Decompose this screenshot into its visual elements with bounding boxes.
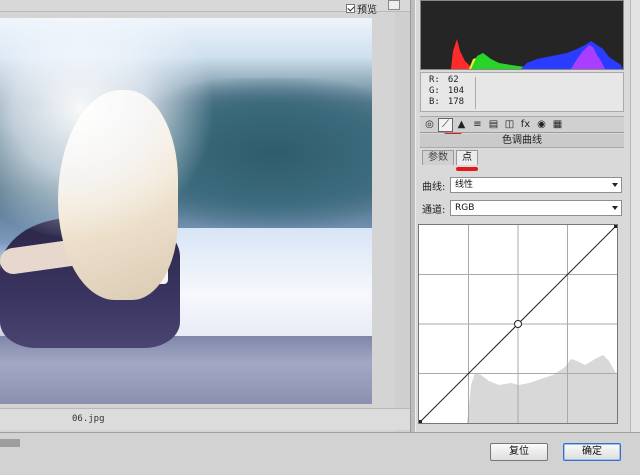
- chevron-down-icon: [612, 183, 618, 187]
- curve-select[interactable]: 线性: [450, 177, 622, 193]
- preview-topbar: 预览: [0, 0, 410, 16]
- basic-icon[interactable]: ◎: [422, 118, 437, 132]
- readout-row-r: R: 62: [429, 75, 615, 86]
- curve-field: 曲线: 线性: [422, 176, 622, 194]
- curve-control-point[interactable]: [514, 320, 522, 328]
- channel-select[interactable]: RGB: [450, 200, 622, 216]
- curve-endpoint-black[interactable]: [419, 420, 422, 423]
- tone-curve-icon[interactable]: ⟋: [438, 117, 453, 132]
- histogram-green-channel: [471, 53, 531, 69]
- readout-row-b: B: 178: [429, 97, 615, 108]
- readout-separator: [475, 77, 476, 109]
- split-toning-icon[interactable]: ▤: [486, 118, 501, 132]
- curve-endpoint-white[interactable]: [614, 225, 617, 228]
- lens-icon[interactable]: ◫: [502, 118, 517, 132]
- histogram-blue-channel: [521, 41, 623, 69]
- tab-parametric[interactable]: 参数: [422, 150, 454, 165]
- tab-point[interactable]: 点: [456, 150, 478, 165]
- rgb-readout: R: 62 G: 104 B: 178: [420, 72, 624, 112]
- curve-label: 曲线:: [422, 181, 446, 193]
- histogram-graph: [451, 39, 623, 69]
- curve-select-value: 线性: [455, 180, 474, 190]
- presets-icon[interactable]: ▦: [550, 118, 565, 132]
- hsl-icon[interactable]: ≡: [470, 118, 485, 132]
- annotation-red-mark-tab: [456, 167, 478, 171]
- curve-histogram-overlay: [467, 355, 617, 423]
- curve-tabs: 参数 点: [420, 150, 624, 166]
- preview-status-bar: 06.jpg: [0, 408, 410, 430]
- tone-curve-graph[interactable]: [418, 224, 618, 424]
- detail-icon[interactable]: ▲: [454, 118, 469, 132]
- camera-calibration-icon[interactable]: ◉: [534, 118, 549, 132]
- photo-water: [160, 228, 372, 338]
- tone-curve-svg[interactable]: [419, 225, 617, 423]
- filename-label: 06.jpg: [72, 414, 105, 424]
- channel-select-value: RGB: [455, 203, 475, 213]
- panel-title: 色调曲线: [420, 134, 624, 148]
- readout-b-value: 178: [447, 97, 465, 107]
- dialog-footer: 复位 确定: [0, 432, 640, 475]
- panel-scrollbar[interactable]: [630, 0, 640, 432]
- preview-checkbox-label: 预览: [357, 5, 377, 16]
- footer-left-strip: [0, 439, 20, 447]
- fullscreen-icon[interactable]: [388, 0, 400, 10]
- channel-label: 通道:: [422, 204, 446, 216]
- histogram: [420, 0, 624, 70]
- readout-b-label: B:: [429, 97, 440, 107]
- reset-button[interactable]: 复位: [490, 443, 548, 461]
- readout-r-value: 62: [447, 75, 459, 85]
- panel-toolbar: ◎ ⟋ ▲ ≡ ▤ ◫ fx ◉ ▦: [420, 116, 624, 133]
- readout-row-g: G: 104: [429, 86, 615, 97]
- readout-g-label: G:: [429, 86, 440, 96]
- ok-button[interactable]: 确定: [563, 443, 621, 461]
- adjustment-panel: R: 62 G: 104 B: 178 ◎ ⟋ ▲ ≡ ▤ ◫ fx ◉ ▦ 色调曲线 参数 点…: [416, 0, 630, 432]
- chevron-down-icon: [612, 206, 618, 210]
- readout-g-value: 104: [447, 86, 465, 96]
- histogram-red-channel: [451, 39, 473, 69]
- preview-checkbox[interactable]: 预览: [346, 1, 377, 16]
- image-preview-area: 预览 06.jpg: [0, 0, 410, 432]
- preview-photo: [0, 18, 372, 404]
- readout-r-label: R:: [429, 75, 440, 85]
- preview-checkbox-box[interactable]: [346, 4, 355, 13]
- channel-field: 通道: RGB: [422, 199, 622, 217]
- effects-icon[interactable]: fx: [518, 118, 533, 132]
